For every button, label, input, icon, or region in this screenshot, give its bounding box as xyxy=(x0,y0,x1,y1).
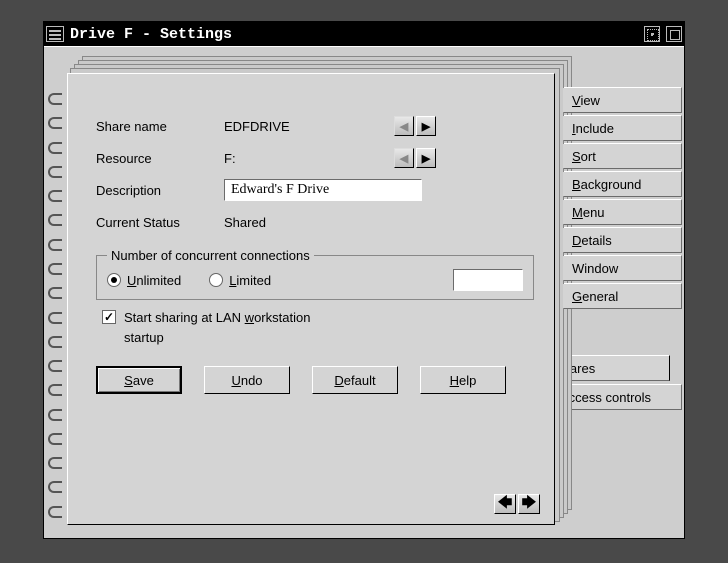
undo-button[interactable]: Undo xyxy=(204,366,290,394)
label-share-name: Share name xyxy=(96,119,224,134)
window-client: View Include Sort Background Menu Detail… xyxy=(44,46,684,538)
tab-general[interactable]: General xyxy=(564,283,682,309)
resource-prev-button[interactable]: ◀ xyxy=(394,148,414,168)
settings-window: Drive F - Settings View Include Sort Bac… xyxy=(43,21,685,539)
tab-window[interactable]: Window xyxy=(564,255,682,281)
notebook-page-shares: Share name EDFDRIVE ◀ ▶ Resource F: ◀ ▶ xyxy=(67,73,555,525)
restore-button[interactable] xyxy=(666,26,682,42)
notebook-tabs-secondary: Shares Access controls xyxy=(552,355,682,410)
titlebar[interactable]: Drive F - Settings xyxy=(44,22,684,46)
page-next-button[interactable]: 🡆 xyxy=(518,494,540,514)
label-status: Current Status xyxy=(96,215,224,230)
description-input[interactable] xyxy=(224,179,422,201)
tab-view[interactable]: View xyxy=(564,87,682,113)
row-description: Description xyxy=(96,174,534,206)
value-status: Shared xyxy=(224,215,394,230)
tab-include[interactable]: Include xyxy=(564,115,682,141)
label-resource: Resource xyxy=(96,151,224,166)
tab-background[interactable]: Background xyxy=(564,171,682,197)
button-row: Save Undo Default Help xyxy=(96,366,534,394)
save-button[interactable]: Save xyxy=(96,366,182,394)
tab-access-controls[interactable]: Access controls xyxy=(552,384,682,410)
label-description: Description xyxy=(96,183,224,198)
page-navigation: 🡄 🡆 xyxy=(494,494,540,514)
tab-details[interactable]: Details xyxy=(564,227,682,253)
share-name-next-button[interactable]: ▶ xyxy=(416,116,436,136)
tab-shares[interactable]: Shares xyxy=(546,355,670,381)
tab-menu[interactable]: Menu xyxy=(564,199,682,225)
value-resource: F: xyxy=(224,151,394,166)
notebook-spiral xyxy=(44,83,66,528)
row-status: Current Status Shared xyxy=(96,206,534,238)
radio-unlimited[interactable]: Unlimited xyxy=(107,273,181,288)
resource-next-button[interactable]: ▶ xyxy=(416,148,436,168)
checkmark-icon: ✓ xyxy=(102,310,116,324)
default-button[interactable]: Default xyxy=(312,366,398,394)
connection-limit-input[interactable] xyxy=(453,269,523,291)
row-share-name: Share name EDFDRIVE ◀ ▶ xyxy=(96,110,534,142)
radio-dot-icon xyxy=(107,273,121,287)
value-share-name: EDFDRIVE xyxy=(224,119,394,134)
window-title: Drive F - Settings xyxy=(70,26,638,43)
concurrent-connections-group: Number of concurrent connections Unlimit… xyxy=(96,248,534,300)
tab-sort[interactable]: Sort xyxy=(564,143,682,169)
concurrent-legend: Number of concurrent connections xyxy=(107,248,314,263)
row-resource: Resource F: ◀ ▶ xyxy=(96,142,534,174)
radio-dot-icon xyxy=(209,273,223,287)
autostart-checkbox[interactable]: ✓ Start sharing at LAN workstation start… xyxy=(102,308,534,348)
share-name-prev-button[interactable]: ◀ xyxy=(394,116,414,136)
radio-limited[interactable]: Limited xyxy=(209,273,271,288)
help-button[interactable]: Help xyxy=(420,366,506,394)
share-form: Share name EDFDRIVE ◀ ▶ Resource F: ◀ ▶ xyxy=(96,110,534,394)
notebook-tabs-primary: View Include Sort Background Menu Detail… xyxy=(564,87,682,309)
page-prev-button[interactable]: 🡄 xyxy=(494,494,516,514)
autostart-label: Start sharing at LAN workstation startup xyxy=(124,308,310,348)
maximize-button[interactable] xyxy=(644,26,660,42)
system-menu-icon[interactable] xyxy=(46,26,64,42)
